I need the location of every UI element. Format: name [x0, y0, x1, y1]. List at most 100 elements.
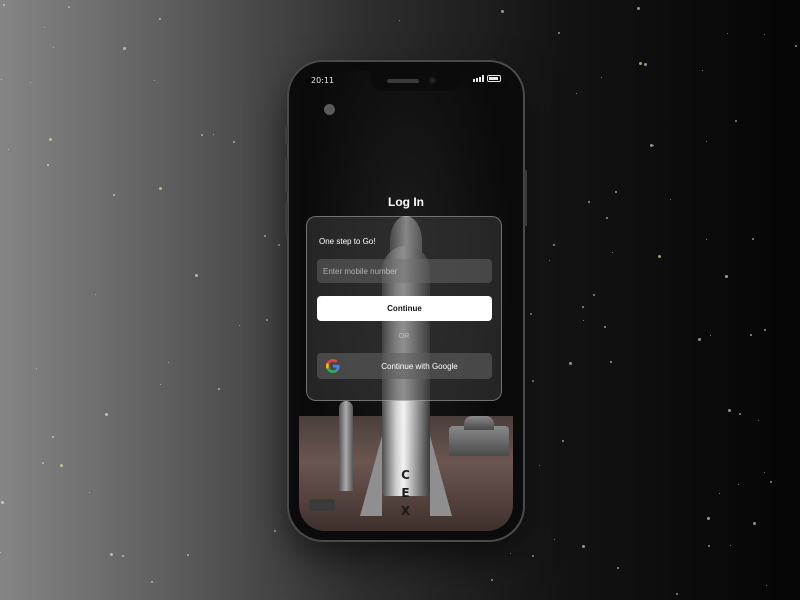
- star: [88, 491, 90, 493]
- phone-mockup: 20:11 C E X Log In One step to Go! Enter…: [285, 62, 527, 540]
- star: [104, 412, 108, 416]
- star: [60, 463, 64, 467]
- star: [583, 319, 585, 321]
- rocket-letter: C: [401, 468, 411, 482]
- rocket-letter: E: [401, 486, 411, 500]
- star: [266, 318, 269, 321]
- star: [53, 47, 55, 49]
- star: [113, 193, 116, 196]
- star: [600, 76, 602, 78]
- star: [0, 552, 2, 554]
- or-divider: OR: [398, 333, 410, 340]
- star: [52, 435, 55, 438]
- status-time: 20:11: [311, 76, 335, 85]
- phone-screen: 20:11 C E X Log In One step to Go! Enter…: [299, 71, 513, 531]
- phone-notch: [371, 71, 461, 91]
- phone-side-button: [524, 170, 527, 226]
- continue-button[interactable]: Continue: [317, 296, 492, 321]
- star: [609, 360, 612, 363]
- star: [549, 260, 551, 262]
- star: [501, 9, 505, 13]
- habitat-structure: [449, 426, 509, 456]
- login-subtitle: One step to Go!: [319, 237, 376, 246]
- speaker: [387, 79, 419, 83]
- star: [708, 544, 711, 547]
- star: [530, 313, 533, 316]
- star: [669, 199, 671, 201]
- phone-side-button: [285, 158, 288, 192]
- star: [94, 293, 96, 295]
- star: [3, 3, 6, 6]
- star: [734, 119, 737, 122]
- star: [752, 521, 756, 525]
- star: [738, 413, 741, 416]
- mobile-number-input[interactable]: [317, 259, 492, 283]
- star: [719, 493, 721, 495]
- star: [194, 273, 198, 277]
- star: [122, 46, 126, 50]
- star: [41, 461, 44, 464]
- star: [617, 567, 620, 570]
- star: [150, 581, 153, 584]
- login-card: One step to Go! Continue OR Continue wit…: [306, 216, 502, 401]
- star: [725, 274, 729, 278]
- star: [650, 143, 654, 147]
- star: [729, 545, 731, 546]
- star: [575, 92, 577, 94]
- habitat-structure: [464, 416, 494, 430]
- star: [264, 234, 267, 237]
- star: [764, 328, 767, 331]
- front-camera: [429, 77, 436, 84]
- star: [398, 19, 400, 21]
- star: [274, 529, 277, 532]
- star: [168, 361, 170, 363]
- star: [709, 335, 711, 337]
- star: [558, 32, 561, 35]
- google-g-icon: [326, 359, 340, 373]
- star: [490, 579, 493, 582]
- star: [110, 553, 114, 557]
- star: [158, 17, 161, 20]
- star: [8, 148, 10, 150]
- background-rocket: [339, 401, 353, 491]
- star: [531, 554, 534, 557]
- status-icons: [473, 75, 501, 82]
- star: [611, 251, 613, 253]
- star: [582, 306, 585, 309]
- page-title: Log In: [388, 195, 424, 209]
- star: [737, 484, 739, 486]
- star: [658, 254, 662, 258]
- star: [509, 553, 511, 555]
- continue-with-google-button[interactable]: Continue with Google: [317, 353, 492, 379]
- star: [592, 293, 595, 296]
- star: [764, 472, 766, 474]
- star: [121, 555, 124, 558]
- signal-icon: [473, 75, 484, 82]
- star: [728, 408, 731, 412]
- star: [751, 238, 754, 241]
- star: [757, 419, 759, 421]
- rocket-fin: [430, 436, 452, 516]
- star: [29, 81, 31, 83]
- star: [552, 244, 555, 247]
- profile-avatar[interactable]: [324, 104, 335, 115]
- star: [765, 585, 767, 587]
- star: [153, 80, 155, 82]
- star: [705, 141, 707, 143]
- rover: [309, 499, 335, 511]
- star: [48, 138, 52, 142]
- star: [158, 187, 162, 191]
- star: [561, 440, 564, 443]
- star: [46, 164, 49, 167]
- star: [239, 325, 241, 326]
- star: [587, 201, 590, 203]
- google-button-label: Continue with Google: [381, 362, 458, 371]
- star: [614, 190, 617, 193]
- star: [569, 362, 573, 366]
- star: [643, 62, 647, 66]
- star: [763, 33, 765, 35]
- star: [1, 79, 3, 81]
- star: [749, 334, 752, 337]
- star: [638, 62, 642, 66]
- phone-side-button: [285, 126, 288, 144]
